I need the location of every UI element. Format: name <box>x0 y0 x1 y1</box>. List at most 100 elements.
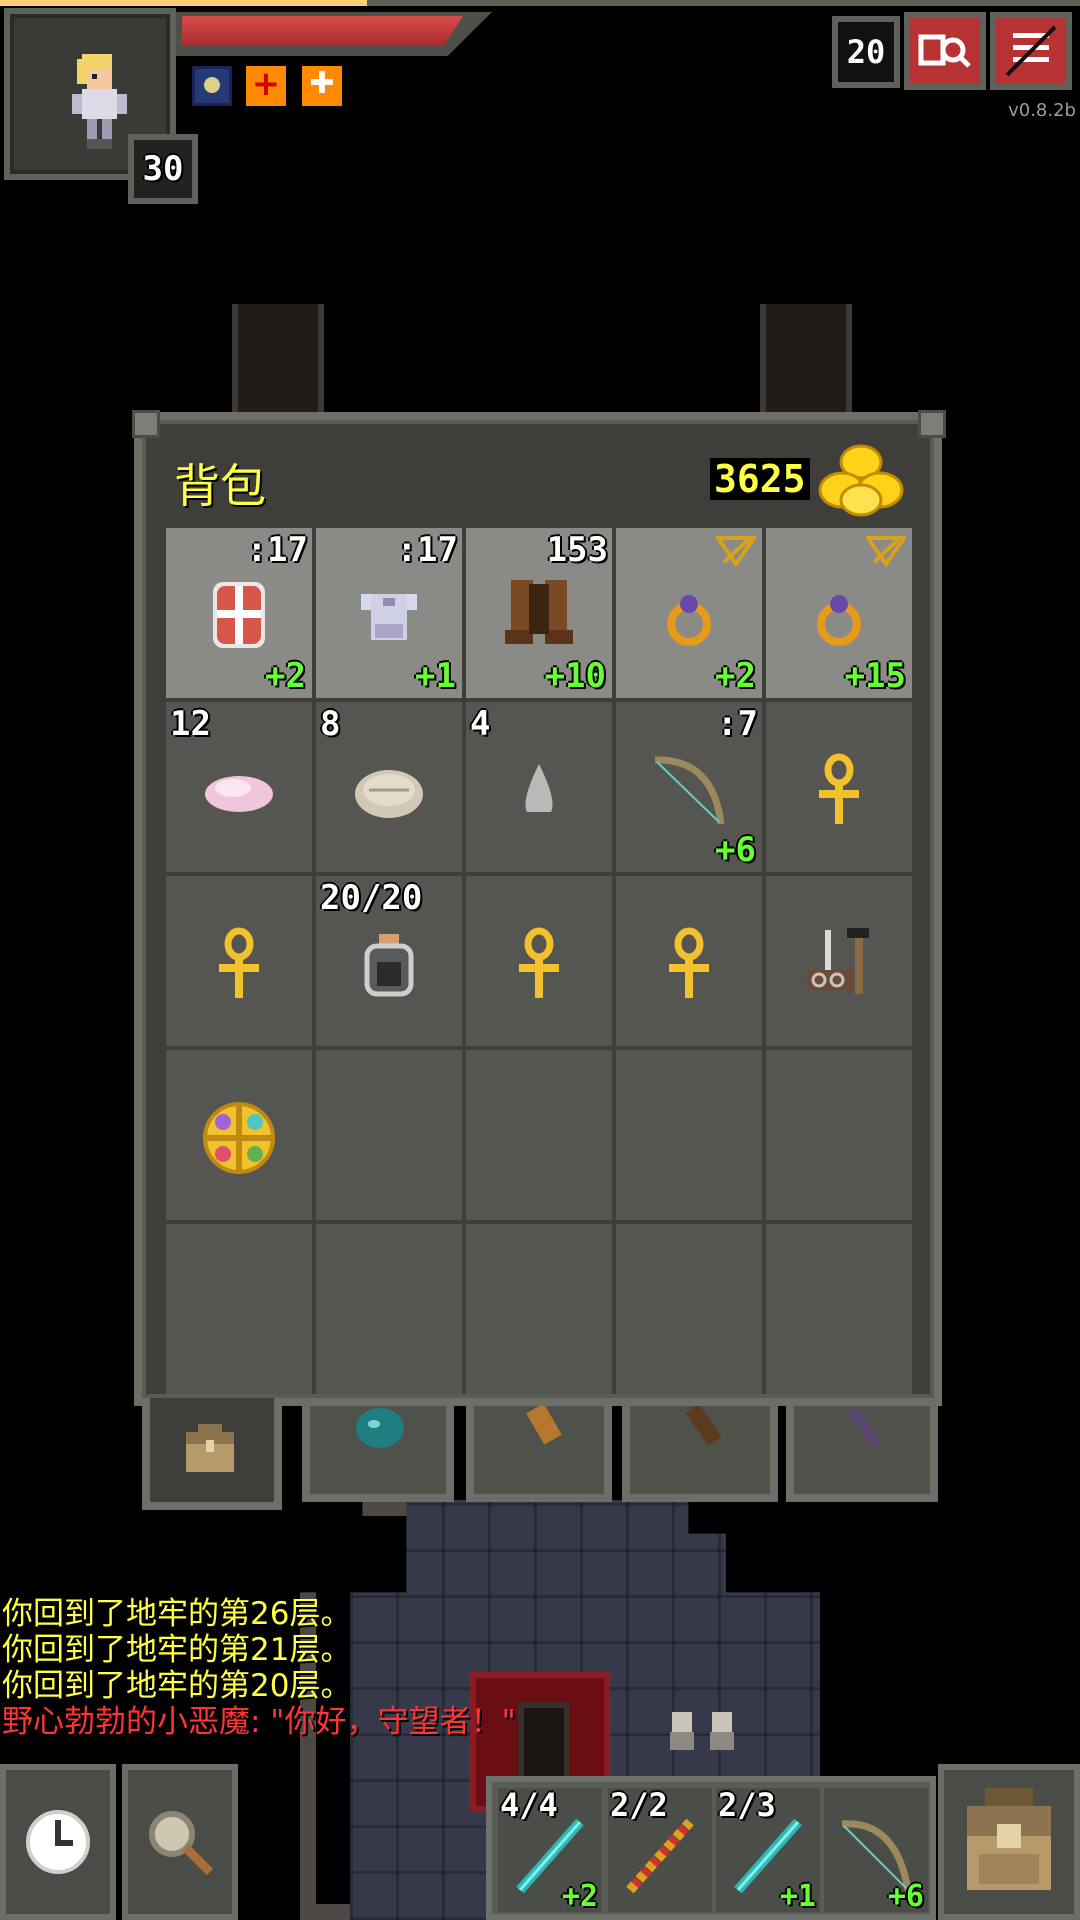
inventory-slot[interactable]: 20/20 <box>316 876 462 1046</box>
slot-label-tl: 12 <box>170 704 211 744</box>
inventory-slot-empty[interactable] <box>766 1224 912 1394</box>
slot-label-br: +2 <box>715 656 756 696</box>
window-corner <box>132 410 160 438</box>
gem-amulet-icon <box>203 1102 275 1174</box>
quickslot-1[interactable]: 4/4 +2 <box>498 1786 602 1914</box>
bless-buff-icon[interactable]: + <box>246 64 286 106</box>
tab-scroll-holder[interactable] <box>466 1406 612 1502</box>
inventory-slot[interactable]: 4 <box>466 702 612 872</box>
slot-label-tr: 153 <box>546 530 608 570</box>
ring-icon <box>817 595 861 646</box>
ankh-icon <box>819 753 859 824</box>
ankh-icon <box>669 927 709 998</box>
quickslot-3[interactable]: 2/3 +1 <box>716 1786 820 1914</box>
inventory-slot[interactable]: :17 +2 <box>166 528 312 698</box>
inventory-slot-empty[interactable] <box>316 1224 462 1394</box>
exp-bar <box>0 0 368 6</box>
mind-vision-buff-icon[interactable] <box>192 66 232 106</box>
inventory-slot[interactable]: 8 <box>316 702 462 872</box>
inventory-slot[interactable]: 12 <box>166 702 312 872</box>
slot-label-tr: :17 <box>396 530 458 570</box>
ankh-icon <box>519 927 559 998</box>
tab-magic-wand[interactable] <box>786 1406 938 1502</box>
tab-seed-pouch[interactable] <box>302 1406 454 1502</box>
quickslot-charge: 2/3 <box>718 1786 776 1824</box>
inventory-slot[interactable]: :7 +6 <box>616 702 762 872</box>
quickslot-charge: 2/2 <box>610 1786 668 1824</box>
inventory-slot[interactable] <box>766 702 912 872</box>
journal-button[interactable] <box>904 12 986 90</box>
wait-button[interactable] <box>0 1764 116 1920</box>
dungeon-pillar-right <box>760 304 852 416</box>
ankh-icon <box>219 927 259 998</box>
inventory-slot-empty[interactable] <box>616 1224 762 1394</box>
slot-label-br: +2 <box>265 656 306 696</box>
inventory-grid: :17 +2:17 +1 153 +10 +2 +15 12 8 4:7 +6 20/20 <box>166 528 914 1394</box>
shield-buff-icon[interactable]: ✚ <box>302 66 342 106</box>
seed-drop-icon <box>525 764 553 812</box>
inventory-slot[interactable] <box>466 876 612 1046</box>
log-line: 你回到了地牢的第20层。 <box>2 1668 352 1704</box>
gold-pile-icon <box>818 444 904 517</box>
inventory-button[interactable] <box>938 1764 1080 1920</box>
hp-bar <box>182 16 464 46</box>
inventory-title: 背包 <box>174 459 266 513</box>
log-line-dialogue: 野心勃勃的小恶魔: "你好，守望者！" <box>2 1704 516 1740</box>
quickslot-bonus: +1 <box>779 1879 816 1914</box>
status-bar: 30 + ✚ 20 v0.8.2b <box>0 0 1080 204</box>
gold-amount: 3625 <box>710 458 810 500</box>
magnifier-icon <box>149 1811 214 1876</box>
inventory-slot[interactable]: :17 +1 <box>316 528 462 698</box>
quickslot-charge: 4/4 <box>500 1786 558 1824</box>
quickslot-bar: 4/4 +2 2/2 2/3 +1 +6 <box>486 1776 936 1920</box>
game-log: 你回到了地牢的第26层。 你回到了地牢的第21层。 你回到了地牢的第20层。 野… <box>2 1596 702 1740</box>
depth-indicator[interactable]: 20 <box>832 16 900 88</box>
inventory-slot-empty[interactable] <box>616 1050 762 1220</box>
wand-holster-icon <box>685 1406 722 1446</box>
slot-label-tl: 8 <box>320 704 341 744</box>
bread-icon <box>355 770 423 818</box>
dungeon-pillar-left <box>232 304 324 416</box>
ring-icon <box>667 595 711 646</box>
pink-stone-icon <box>205 776 273 812</box>
plate-armor-icon <box>361 594 417 640</box>
bow-icon <box>654 756 725 825</box>
inventory-slot[interactable]: +2 <box>616 528 762 698</box>
inventory-slot-empty[interactable] <box>466 1224 612 1394</box>
quickslot-2[interactable]: 2/2 <box>608 1786 712 1912</box>
menu-button[interactable] <box>990 12 1072 90</box>
slot-label-tr: :17 <box>246 530 308 570</box>
slot-label-br: +10 <box>544 656 606 696</box>
slot-label-tl: 20/20 <box>320 878 423 918</box>
inventory-slot-empty[interactable] <box>166 1224 312 1394</box>
dew-vial-icon <box>364 934 414 997</box>
clock-icon <box>26 1810 90 1874</box>
hero-sprite-icon <box>72 54 127 149</box>
armor-shield-icon <box>213 582 265 648</box>
tab-backpack[interactable] <box>142 1398 282 1510</box>
sword-badge-icon <box>866 536 906 568</box>
inventory-slot[interactable] <box>166 1050 312 1220</box>
menu-icon <box>1005 25 1057 77</box>
scroll-holder-icon <box>526 1406 562 1445</box>
inventory-slot-empty[interactable] <box>466 1050 612 1220</box>
inventory-slot[interactable]: 153 +10 <box>466 528 612 698</box>
backpack-tab-icon <box>186 1424 234 1472</box>
inventory-slot-empty[interactable] <box>766 1050 912 1220</box>
inventory-slot[interactable] <box>616 876 762 1046</box>
inventory-slot[interactable] <box>166 876 312 1046</box>
tab-wand-holster[interactable] <box>622 1406 778 1502</box>
sword-badge-icon <box>716 536 756 568</box>
slot-label-tr: :7 <box>717 704 758 744</box>
inventory-slot-empty[interactable] <box>316 1050 462 1220</box>
journal-icon <box>918 34 971 68</box>
quickslot-4[interactable]: +6 <box>824 1788 928 1914</box>
slot-label-br: +1 <box>415 656 456 696</box>
inventory-slot[interactable] <box>766 876 912 1046</box>
inventory-slot[interactable]: +15 <box>766 528 912 698</box>
quickslot-bonus: +2 <box>561 1879 598 1914</box>
seed-pouch-icon <box>356 1408 404 1448</box>
magic-wand-icon <box>848 1406 882 1449</box>
search-button[interactable] <box>122 1764 238 1920</box>
window-corner <box>918 410 946 438</box>
